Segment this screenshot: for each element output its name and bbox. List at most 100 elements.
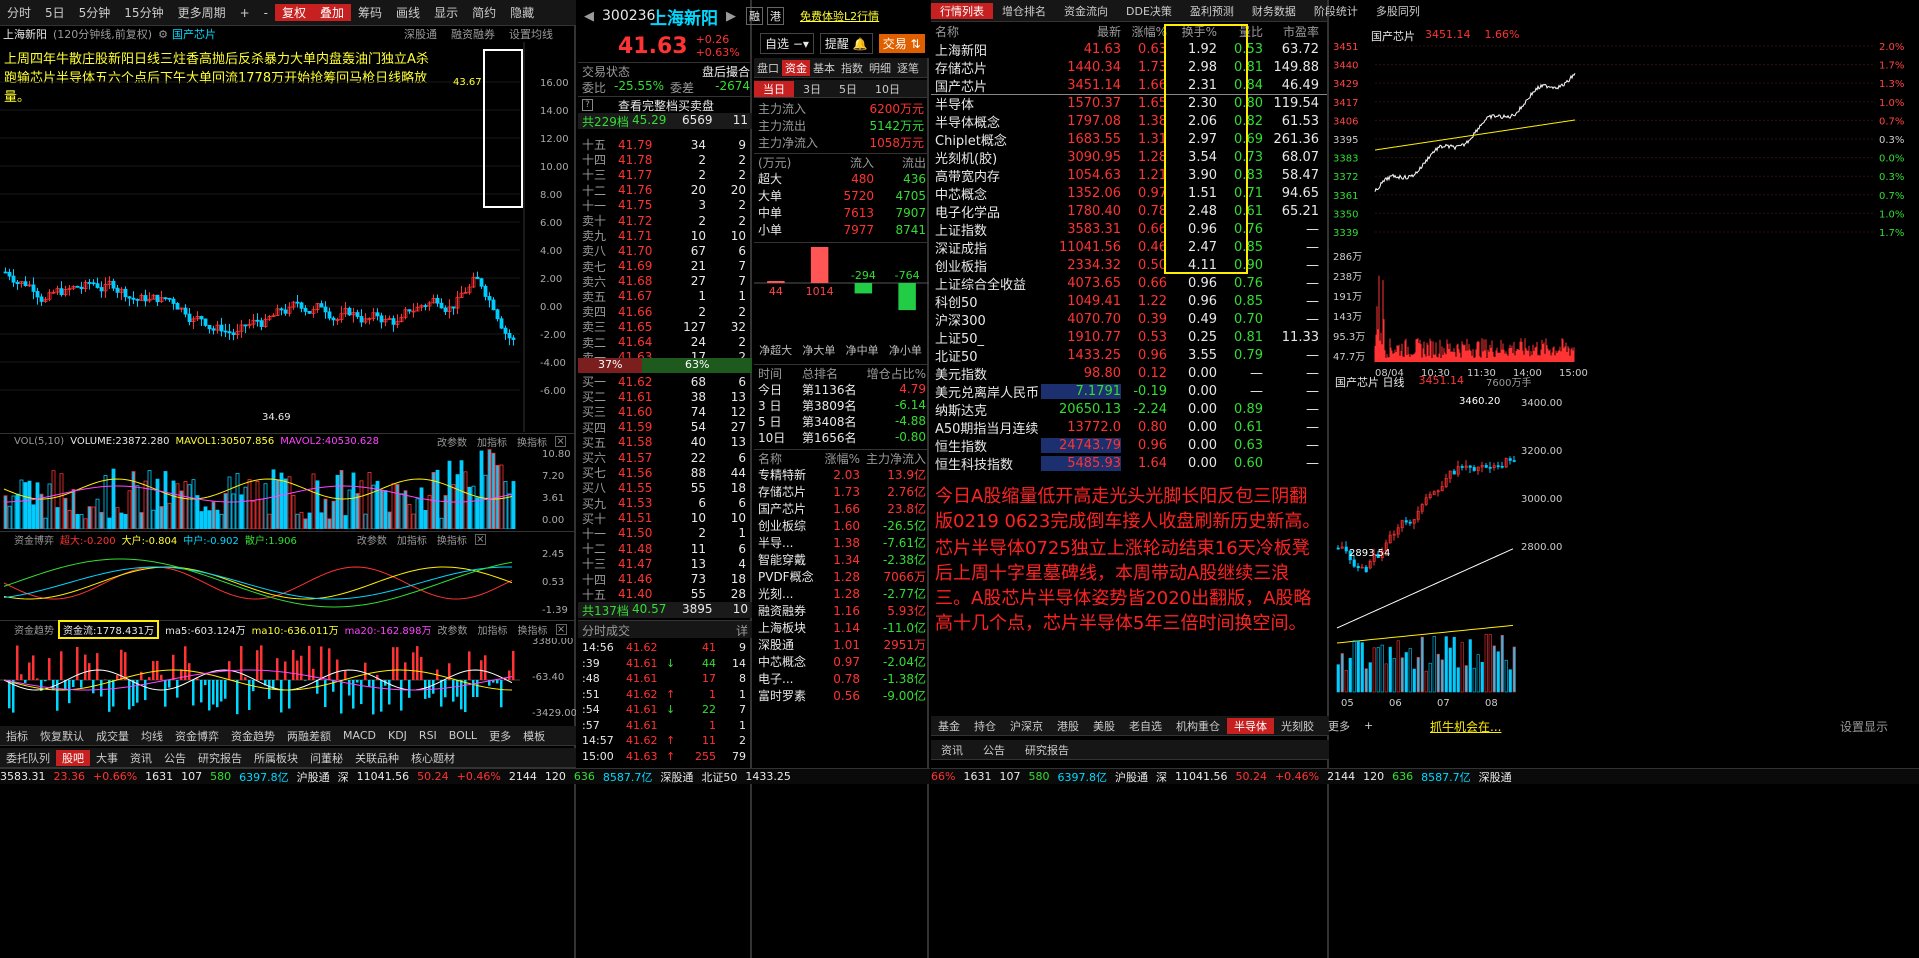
day-tab[interactable]: 10日 (866, 81, 909, 97)
market-row[interactable]: 美元兑离岸人民币 7.1791 -0.19 0.00 — — (931, 382, 1327, 401)
flow-tab[interactable]: 盘口 (754, 60, 782, 76)
market-row[interactable]: 恒生指数 24743.79 0.96 0.00 0.63 — (931, 436, 1327, 455)
toolbar-item[interactable]: 隐藏 (503, 4, 541, 21)
bottom-tab[interactable]: 核心题材 (405, 750, 461, 766)
mh-name[interactable]: 名称 (931, 23, 1041, 40)
sell-level[interactable]: 十一 41.75 3 2 (578, 198, 752, 213)
mh-last[interactable]: 最新 (1041, 23, 1121, 40)
watchlist-tab[interactable]: 基金 (931, 718, 967, 734)
market-row[interactable]: 北证50 1433.25 0.96 3.55 0.79 — (931, 346, 1327, 365)
toolbar-item[interactable]: + (233, 6, 257, 20)
market-row[interactable]: 沪深300 4070.70 0.39 0.49 0.70 — (931, 310, 1327, 329)
bottom-tab[interactable]: 研究报告 (192, 750, 248, 766)
buy-level[interactable]: 买七 41.56 88 44 (578, 465, 752, 481)
sell-level[interactable]: 卖十 41.72 2 2 (578, 213, 752, 229)
bottom-tab[interactable]: 指标 (0, 728, 34, 744)
bottom-tab[interactable]: 资金博弈 (169, 728, 225, 744)
sell-level[interactable]: 卖五 41.67 1 1 (578, 289, 752, 304)
buy-level[interactable]: 买九 41.53 6 6 (578, 496, 752, 511)
market-tab[interactable]: 多股同列 (1367, 3, 1429, 19)
watchlist-tab[interactable]: 光刻胶 (1274, 718, 1321, 734)
gear-icon[interactable]: ⚙ (158, 28, 168, 41)
watchlist-tab[interactable]: 港股 (1050, 718, 1086, 734)
toolbar-item[interactable]: 筹码 (351, 4, 389, 21)
flow-tab[interactable]: 基本 (810, 60, 838, 76)
add-indicator-btn[interactable]: 加指标 (478, 622, 508, 637)
swap-indicator-btn[interactable]: 换指标 (517, 434, 547, 449)
kline-tab-0[interactable]: 深股通 (404, 26, 437, 42)
add-indicator-btn[interactable]: 加指标 (477, 434, 507, 449)
market-row[interactable]: 科创50 1049.41 1.22 0.96 0.85 — (931, 292, 1327, 311)
bottom-tab[interactable]: 大事 (90, 750, 124, 766)
sector-row[interactable]: 上海板块 1.14 -11.0亿 (754, 619, 927, 636)
sell-level[interactable]: 十四 41.78 2 2 (578, 152, 752, 168)
sell-level[interactable]: 卖八 41.70 67 6 (578, 243, 752, 259)
intraday-chart[interactable]: 3451 2.0% 3440 1.7% 3429 1.3% 3417 1.0% 3406 0.7%… (1331, 40, 1919, 380)
buy-level[interactable]: 十二 41.48 11 6 (578, 541, 752, 557)
toolbar-item[interactable]: 显示 (427, 4, 465, 21)
bottom-tab[interactable]: 资讯 (124, 750, 158, 766)
sell-level[interactable]: 十二 41.76 20 20 (578, 183, 752, 198)
sector-row[interactable]: 深股通 1.01 2951万 (754, 636, 927, 653)
daily-chart[interactable]: 3400.00 3200.00 3000.00 2800.00 3460.20 2893.… (1331, 388, 1919, 710)
bottom-tab[interactable]: 关联品种 (349, 750, 405, 766)
market-row[interactable]: 中芯概念 1352.06 0.97 1.51 0.71 94.65 (931, 184, 1327, 203)
market-row[interactable]: 上证综合全收益 4073.65 0.66 0.96 0.76 — (931, 274, 1327, 293)
toolbar-item[interactable]: 简约 (465, 4, 503, 21)
market-row[interactable]: 国产芯片 3451.14 1.66 2.31 0.84 46.49 (931, 76, 1327, 95)
market-row[interactable]: A50期指当月连续 13772.0 0.80 0.00 0.61 — (931, 418, 1327, 437)
news-tab[interactable]: 研究报告 (1015, 742, 1079, 758)
buy-level[interactable]: 买二 41.61 38 13 (578, 389, 752, 405)
bottom-tab[interactable]: BOLL (443, 729, 483, 742)
watchlist-tab[interactable]: 机构重仓 (1169, 718, 1227, 734)
market-row[interactable]: 电子化学品 1780.40 0.78 2.48 0.61 65.21 (931, 202, 1327, 221)
buy-level[interactable]: 十一 41.50 2 1 (578, 526, 752, 541)
ticks-detail-btn[interactable]: 详 (736, 622, 748, 639)
bottom-tab[interactable]: 公告 (158, 750, 192, 766)
market-tab[interactable]: 行情列表 (931, 2, 993, 19)
sell-level[interactable]: 卖九 41.71 10 10 (578, 228, 752, 244)
bottom-tab[interactable]: MACD (337, 729, 382, 742)
view-all-row[interactable]: ? 查看完整档买卖盘 (578, 96, 752, 113)
sell-level[interactable]: 卖六 41.68 27 7 (578, 274, 752, 289)
market-row[interactable]: 半导体概念 1797.08 1.38 2.06 0.82 61.53 (931, 112, 1327, 131)
sell-level[interactable]: 十三 41.77 2 2 (578, 167, 752, 183)
settings-link[interactable]: 设置显示 (1840, 718, 1888, 735)
news-tab[interactable]: 资讯 (931, 742, 973, 758)
sector-row[interactable]: 智能穿戴 1.34 -2.38亿 (754, 551, 927, 568)
close-icon[interactable]: × (555, 624, 567, 635)
watchlist-tab[interactable]: 老自选 (1122, 718, 1169, 734)
toolbar-item[interactable]: 叠加 (313, 4, 352, 21)
buy-level[interactable]: 买八 41.55 55 18 (578, 480, 752, 496)
sector-row[interactable]: PVDF概念 1.28 7066万 (754, 568, 927, 585)
mh-pct[interactable]: 涨幅% (1121, 23, 1167, 40)
sell-level[interactable]: 卖三 41.65 127 32 (578, 319, 752, 335)
flow-tab[interactable]: 资金 (782, 59, 810, 76)
watchlist-tab[interactable]: + (1357, 719, 1380, 732)
trade-btn[interactable]: 交易 ⇅ (878, 33, 925, 53)
watchlist-tab[interactable]: 沪深京 (1003, 718, 1050, 734)
close-icon[interactable]: × (474, 534, 486, 545)
sell-level[interactable]: 卖四 41.66 2 2 (578, 304, 752, 320)
bottom-tab[interactable]: 均线 (135, 728, 169, 744)
buy-level[interactable]: 买一 41.62 68 6 (578, 374, 752, 390)
bottom-tab[interactable]: 成交量 (90, 728, 135, 744)
bottom-tab[interactable]: 所属板块 (248, 750, 304, 766)
buy-level[interactable]: 十四 41.46 73 18 (578, 571, 752, 587)
next-stock-icon[interactable]: ▶ (726, 9, 736, 24)
buy-level[interactable]: 买四 41.59 54 27 (578, 420, 752, 435)
day-tab[interactable]: 3日 (794, 81, 830, 97)
buy-level[interactable]: 买五 41.58 40 13 (578, 435, 752, 450)
edit-params-btn[interactable]: 改参数 (438, 622, 468, 637)
sell-level[interactable]: 十五 41.79 34 9 (578, 137, 752, 153)
watchlist-tab[interactable]: 持仓 (967, 718, 1003, 734)
toolbar-item[interactable]: - (257, 6, 275, 20)
remind-btn[interactable]: 提醒 🔔 (819, 32, 873, 54)
sector-row[interactable]: 半导... 1.38 -7.61亿 (754, 534, 927, 551)
watchlist-tab[interactable]: 半导体 (1227, 717, 1274, 734)
day-tab[interactable]: 5日 (830, 81, 866, 97)
toolbar-item[interactable]: 5分钟 (72, 4, 118, 21)
buy-level[interactable]: 十三 41.47 13 4 (578, 556, 752, 572)
close-icon[interactable]: × (555, 436, 567, 447)
ad-link[interactable]: 抓牛机会在... (1430, 718, 1501, 735)
